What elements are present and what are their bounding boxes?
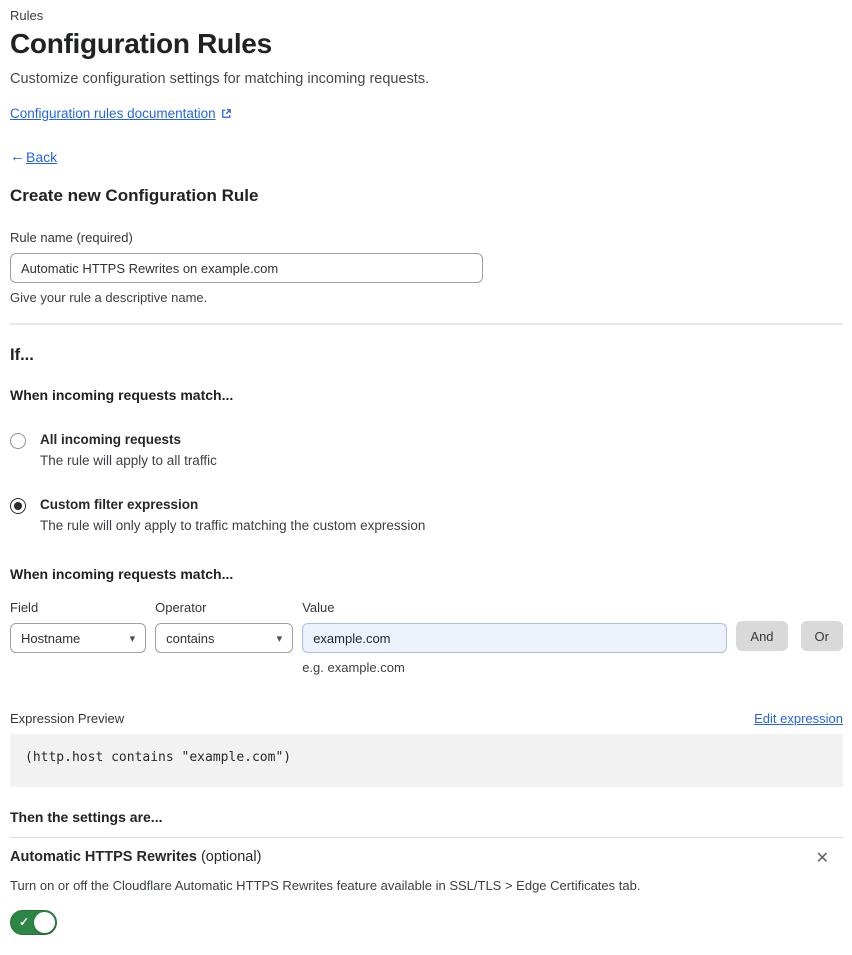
setting-header: Automatic HTTPS Rewrites (optional) ✕: [10, 849, 843, 869]
field-column: Field Hostname ▾: [10, 600, 147, 653]
operator-column: Operator contains ▾: [155, 600, 294, 653]
expression-preview-code: (http.host contains "example.com"): [10, 734, 843, 787]
field-select-value: Hostname: [21, 630, 81, 646]
documentation-link[interactable]: Configuration rules documentation: [10, 106, 216, 121]
radio-option-label: Custom filter expression: [40, 497, 199, 512]
field-label: Field: [10, 600, 39, 615]
operator-select[interactable]: contains ▾: [155, 623, 294, 653]
close-icon[interactable]: ✕: [812, 849, 833, 869]
then-settings-heading: Then the settings are...: [10, 809, 163, 825]
radio-option-label: All incoming requests: [40, 432, 182, 447]
radio-unselected-icon[interactable]: [10, 433, 26, 449]
setting-name: Automatic HTTPS Rewrites: [10, 849, 197, 865]
section-divider: [10, 323, 843, 325]
match-heading: When incoming requests match...: [10, 387, 234, 403]
and-button[interactable]: And: [736, 621, 788, 651]
value-hint: e.g. example.com: [302, 660, 405, 675]
value-label: Value: [302, 600, 335, 615]
rule-name-help: Give your rule a descriptive name.: [10, 290, 208, 305]
page-title: Configuration Rules: [10, 28, 272, 59]
documentation-link-row: Configuration rules documentation: [10, 106, 843, 121]
radio-option-all-incoming[interactable]: All incoming requests The rule will appl…: [10, 432, 843, 468]
check-icon: ✓: [19, 915, 30, 929]
value-column: Value e.g. example.com: [302, 600, 728, 675]
expression-builder-row: Field Hostname ▾ Operator contains ▾ Val…: [10, 600, 843, 675]
back-link[interactable]: Back: [26, 149, 57, 165]
value-input[interactable]: [302, 623, 728, 653]
field-select[interactable]: Hostname ▾: [10, 623, 147, 653]
chevron-down-icon: ▾: [129, 632, 136, 645]
or-button[interactable]: Or: [800, 621, 843, 651]
page-root: Rules Configuration Rules Customize conf…: [10, 8, 843, 935]
back-arrow-icon: ←: [10, 148, 25, 165]
setting-title: Automatic HTTPS Rewrites (optional): [10, 849, 261, 865]
setting-optional-label: (optional): [196, 849, 262, 865]
radio-selected-icon[interactable]: [10, 498, 26, 514]
rule-name-input[interactable]: [10, 253, 483, 283]
if-heading: If...: [10, 346, 34, 364]
edit-expression-link[interactable]: Edit expression: [754, 711, 843, 726]
page-subtitle: Customize configuration settings for mat…: [10, 71, 430, 87]
rule-name-label: Rule name (required): [10, 230, 133, 245]
radio-option-description: The rule will apply to all traffic: [40, 453, 217, 468]
create-rule-heading: Create new Configuration Rule: [10, 186, 259, 205]
back-link-row: ← Back: [10, 148, 843, 165]
expression-preview-label: Expression Preview: [10, 711, 125, 726]
toggle-knob: [34, 912, 55, 933]
setting-card-automatic-https-rewrites: Automatic HTTPS Rewrites (optional) ✕ Tu…: [10, 837, 843, 935]
operator-label: Operator: [155, 600, 207, 615]
setting-description: Turn on or off the Cloudflare Automatic …: [10, 878, 641, 893]
chevron-down-icon: ▾: [276, 632, 283, 645]
radio-option-custom-filter[interactable]: Custom filter expression The rule will o…: [10, 497, 843, 533]
breadcrumb: Rules: [10, 8, 44, 23]
operator-select-value: contains: [166, 630, 215, 646]
expression-builder-heading: When incoming requests match...: [10, 566, 234, 582]
expression-preview-header: Expression Preview Edit expression: [10, 711, 843, 726]
external-link-icon: [221, 108, 232, 119]
automatic-https-rewrites-toggle[interactable]: ✓: [10, 910, 57, 935]
radio-option-description: The rule will only apply to traffic matc…: [40, 518, 426, 533]
